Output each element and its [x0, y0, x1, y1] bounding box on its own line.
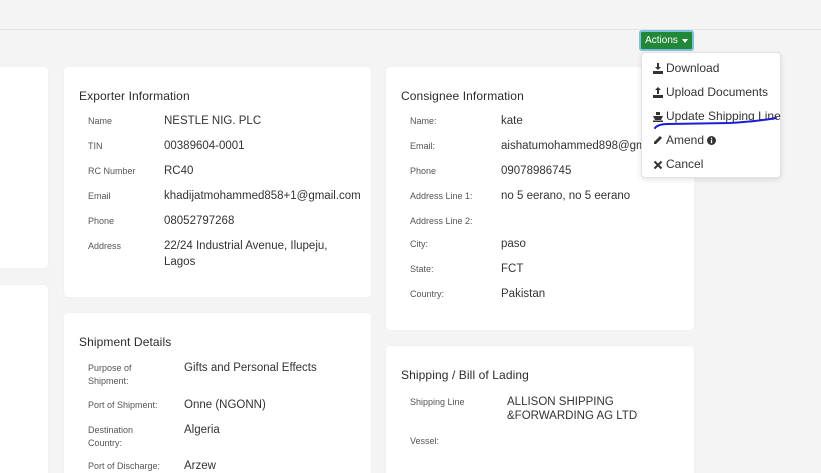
shipment-purpose-value: Gifts and Personal Effects — [184, 362, 317, 374]
menu-item-upload-documents[interactable]: Upload Documents — [653, 85, 768, 99]
shipping-title: Shipping / Bill of Lading — [401, 368, 529, 382]
actions-button[interactable]: Actions — [639, 30, 694, 51]
shipping-line-label: Shipping Line — [410, 397, 465, 407]
consignee-title: Consignee Information — [401, 89, 524, 103]
exporter-tin-value: 00389604-0001 — [164, 140, 245, 152]
menu-item-cancel[interactable]: Cancel — [653, 157, 703, 171]
left-card-top — [0, 67, 48, 268]
consignee-country-value: Pakistan — [501, 288, 546, 300]
consignee-city-label: City: — [410, 239, 428, 249]
exporter-email-label: Email — [88, 191, 111, 201]
info-icon — [707, 135, 717, 145]
exporter-phone-label: Phone — [88, 216, 115, 226]
consignee-phone-label: Phone — [410, 166, 437, 176]
exporter-address-line2: Lagos — [164, 256, 196, 268]
exporter-email-value: khadijatmohammed858+1@gmail.com — [164, 190, 361, 202]
consignee-state-value: FCT — [501, 263, 524, 275]
menu-item-amend[interactable]: Amend — [653, 133, 717, 147]
shipment-purpose-label-1: Purpose of — [88, 363, 132, 373]
menu-item-download[interactable]: Download — [653, 61, 719, 75]
exporter-rc-label: RC Number — [88, 166, 136, 176]
shipment-discharge-label: Port of Discharge: — [88, 461, 161, 471]
vessel-label: Vessel: — [410, 436, 440, 446]
exporter-phone-value: 08052797268 — [164, 215, 235, 227]
left-card-bottom — [0, 285, 48, 473]
consignee-name-value: kate — [501, 115, 523, 127]
shipment-destination-label-1: Destination — [88, 425, 134, 435]
exporter-name-label: Name — [88, 116, 113, 126]
menu-item-update-shipping-line-label: Update Shipping Line — [666, 109, 781, 123]
consignee-country-label: Country: — [410, 289, 445, 299]
shipment-port-label: Port of Shipment: — [88, 400, 158, 410]
exporter-name-value: NESTLE NIG. PLC — [164, 115, 262, 127]
top-bar — [0, 0, 821, 30]
shipping-line-value-2: &FORWARDING AG LTD — [507, 410, 638, 422]
close-icon — [653, 160, 663, 169]
shipping-line-value-1: ALLISON SHIPPING — [507, 396, 614, 408]
shipment-destination-label-2: Country: — [88, 438, 123, 448]
exporter-address-line1: 22/24 Industrial Avenue, Ilupeju, — [164, 240, 328, 252]
menu-item-update-shipping-line[interactable]: Update Shipping Line — [653, 109, 781, 123]
shipment-port-value: Onne (NGONN) — [184, 399, 266, 411]
exporter-address-label: Address — [88, 241, 122, 251]
exporter-card: Exporter Information Name NESTLE NIG. PL… — [64, 67, 371, 297]
upload-icon — [653, 86, 663, 98]
consignee-address1-label: Address Line 1: — [410, 191, 473, 201]
consignee-name-label: Name: — [410, 116, 437, 126]
exporter-tin-label: TIN — [88, 141, 103, 151]
exporter-title: Exporter Information — [79, 89, 190, 103]
actions-button-label: Actions — [645, 35, 678, 46]
consignee-city-value: paso — [501, 238, 526, 250]
consignee-address1-value: no 5 eerano, no 5 eerano — [501, 190, 631, 202]
menu-item-upload-documents-label: Upload Documents — [666, 85, 769, 99]
menu-item-amend-label: Amend — [666, 133, 705, 147]
menu-item-cancel-label: Cancel — [666, 157, 704, 171]
download-icon — [653, 62, 663, 74]
consignee-address2-label: Address Line 2: — [410, 216, 473, 226]
ship-icon — [653, 111, 663, 122]
shipment-title: Shipment Details — [79, 335, 172, 349]
menu-item-download-label: Download — [666, 61, 720, 75]
consignee-state-label: State: — [410, 264, 434, 274]
shipment-card: Shipment Details Purpose of Shipment: Gi… — [64, 313, 371, 473]
shipment-discharge-value: Arzew — [184, 460, 216, 472]
pencil-icon — [654, 135, 662, 144]
caret-down-icon — [681, 38, 688, 43]
exporter-rc-value: RC40 — [164, 165, 194, 177]
actions-dropdown-menu: Download Upload Documents Update Shippin… — [641, 52, 781, 178]
consignee-phone-value: 09078986745 — [501, 165, 572, 177]
shipping-card: Shipping / Bill of Lading Shipping Line … — [386, 346, 694, 473]
shipment-destination-value: Algeria — [184, 424, 220, 436]
shipment-purpose-label-2: Shipment: — [88, 376, 129, 386]
consignee-email-label: Email: — [410, 141, 436, 151]
